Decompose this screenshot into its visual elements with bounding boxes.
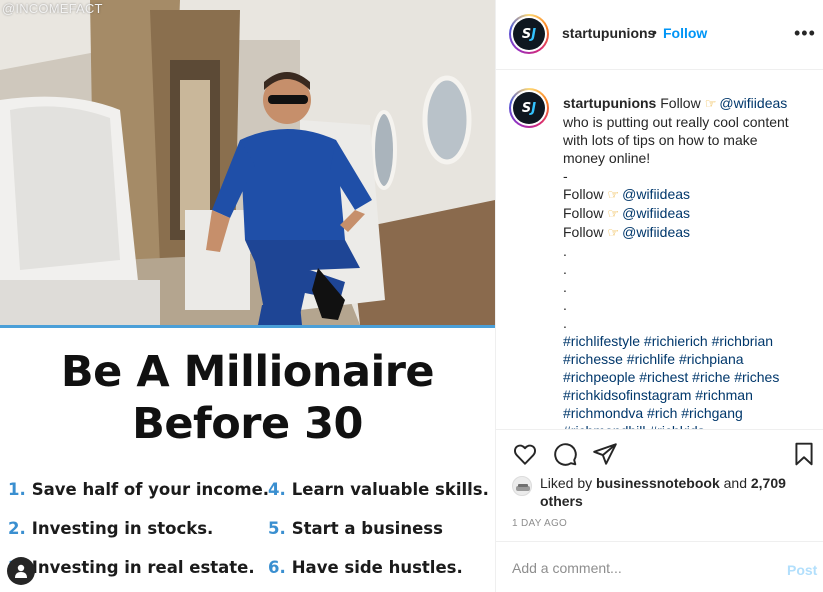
headline-line-1: Be A Millionaire bbox=[60, 347, 435, 397]
hashtag-list[interactable]: #richlifestyle #richierich #richbrian #r… bbox=[563, 332, 803, 429]
caption-dot-line: . bbox=[563, 261, 567, 277]
caption-dot-line: . bbox=[563, 243, 567, 259]
avatar[interactable]: SJ bbox=[509, 88, 549, 128]
post-photo: @INCOMEFACT bbox=[0, 0, 495, 325]
mention-link[interactable]: @wifiideas bbox=[622, 224, 690, 240]
tip-number: 4. bbox=[268, 480, 286, 499]
tip-number: 1. bbox=[8, 480, 26, 499]
tip-text: Investing in real estate. bbox=[31, 558, 255, 577]
tip-number: 2. bbox=[8, 519, 26, 538]
comment-icon[interactable] bbox=[552, 441, 578, 467]
tip-text: Investing in stocks. bbox=[31, 519, 214, 538]
follow-line: Follow ☞ @wifiideas bbox=[563, 204, 803, 223]
caption-dot-line: . bbox=[563, 297, 567, 313]
liker-username[interactable]: businessnotebook bbox=[596, 475, 720, 491]
avatar-letter: J bbox=[531, 26, 537, 42]
follow-line-label: Follow bbox=[563, 224, 604, 240]
tip-item: 3.Investing in real estate. bbox=[8, 558, 255, 577]
avatar-letter: J bbox=[531, 100, 537, 116]
pointing-hand-icon: ☞ bbox=[607, 225, 620, 240]
avatar-letter: S bbox=[521, 26, 532, 42]
pointing-hand-icon: ☞ bbox=[607, 187, 620, 202]
heart-icon[interactable] bbox=[512, 441, 538, 467]
comment-input[interactable] bbox=[512, 555, 762, 581]
bookmark-icon[interactable] bbox=[791, 441, 817, 467]
header-username[interactable]: startupunions bbox=[562, 25, 655, 41]
tip-text: Save half of your income. bbox=[31, 480, 270, 499]
comments-area[interactable]: SJ startupunions Follow ☞ @wifiideas who i… bbox=[496, 70, 823, 430]
tip-item: 1. Save half of your income. bbox=[8, 480, 269, 499]
follow-line: Follow ☞ @wifiideas bbox=[563, 223, 803, 242]
add-comment-bar: Post bbox=[496, 541, 823, 592]
follow-line-label: Follow bbox=[563, 186, 604, 202]
tip-item: 5. Start a business bbox=[268, 519, 443, 538]
action-bar bbox=[496, 430, 823, 474]
follow-button[interactable]: Follow bbox=[663, 25, 707, 41]
tip-item: 4. Learn valuable skills. bbox=[268, 480, 489, 499]
likes-summary: Liked by businessnotebook and 2,709 othe… bbox=[512, 474, 812, 510]
tip-number: 6. bbox=[268, 558, 286, 577]
avatar[interactable]: SJ bbox=[509, 14, 549, 54]
post-side-panel: SJ startupunions • Follow ••• SJ startup… bbox=[495, 0, 823, 592]
separator-dot: • bbox=[652, 24, 657, 40]
more-options-icon[interactable]: ••• bbox=[794, 24, 816, 42]
infographic-headline: Be A Millionaire Before 30 bbox=[0, 346, 495, 450]
caption-follow-text: Follow bbox=[660, 95, 701, 111]
pointing-hand-icon: ☞ bbox=[704, 96, 717, 111]
liker-avatar[interactable] bbox=[512, 476, 532, 496]
mention-link[interactable]: @wifiideas bbox=[622, 205, 690, 221]
follow-line-label: Follow bbox=[563, 205, 604, 221]
post-comment-button[interactable]: Post bbox=[787, 562, 817, 578]
tagged-users-icon[interactable] bbox=[7, 557, 35, 585]
headline-line-2: Before 30 bbox=[132, 399, 363, 449]
tips-list: 1. Save half of your income. 2. Investing … bbox=[0, 476, 495, 592]
mention-link[interactable]: @wifiideas bbox=[622, 186, 690, 202]
watermark-text: @INCOMEFACT bbox=[2, 1, 103, 16]
likes-text: Liked by businessnotebook and 2,709 othe… bbox=[540, 474, 810, 510]
post-header: SJ startupunions • Follow ••• bbox=[496, 0, 823, 70]
caption-dash: - bbox=[563, 168, 568, 184]
follow-line: Follow ☞ @wifiideas bbox=[563, 185, 803, 204]
infographic: Be A Millionaire Before 30 1. Save half o… bbox=[0, 328, 495, 592]
caption-intro-text: who is putting out really cool content w… bbox=[563, 114, 789, 166]
mention-link[interactable]: @wifiideas bbox=[719, 95, 787, 111]
tip-item: 6. Have side hustles. bbox=[268, 558, 463, 577]
post-media[interactable]: @INCOMEFACT Be A Millionaire Before 30 1… bbox=[0, 0, 495, 592]
tip-item: 2. Investing in stocks. bbox=[8, 519, 213, 538]
liked-by-label: Liked by bbox=[540, 475, 593, 491]
post-timestamp[interactable]: 1 DAY AGO bbox=[512, 518, 567, 529]
caption-dot-line: . bbox=[563, 279, 567, 295]
avatar-letter: S bbox=[521, 100, 532, 116]
likes-and-label: and bbox=[723, 475, 747, 491]
caption-username[interactable]: startupunions bbox=[563, 95, 656, 111]
tip-text: Start a business bbox=[291, 519, 443, 538]
tip-text: Have side hustles. bbox=[291, 558, 463, 577]
caption-dot-line: . bbox=[563, 315, 567, 331]
share-icon[interactable] bbox=[592, 441, 618, 467]
jet-cabin-illustration bbox=[0, 0, 495, 325]
tip-text: Learn valuable skills. bbox=[291, 480, 489, 499]
pointing-hand-icon: ☞ bbox=[607, 206, 620, 221]
tip-number: 5. bbox=[268, 519, 286, 538]
post-caption: startupunions Follow ☞ @wifiideas who is p… bbox=[563, 94, 803, 429]
